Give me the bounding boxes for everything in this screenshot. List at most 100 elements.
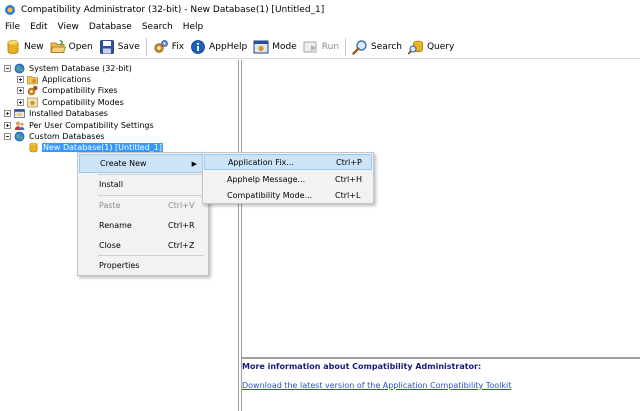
menu-file[interactable]: File bbox=[0, 22, 25, 32]
applications-folder-icon bbox=[27, 74, 38, 85]
save-button[interactable]: Save bbox=[96, 37, 143, 57]
menu-item-properties[interactable]: Properties bbox=[79, 256, 207, 275]
details-pane: More information about Compatibility Adm… bbox=[242, 60, 640, 411]
installed-database-icon bbox=[14, 108, 25, 119]
menu-item-create-new[interactable]: Create New ▶ bbox=[79, 154, 207, 173]
run-button[interactable]: Run bbox=[300, 37, 342, 57]
menu-item-install[interactable]: Install bbox=[79, 175, 207, 194]
tree-label: Compatibility Fixes bbox=[42, 86, 118, 95]
tree-item-system-database[interactable]: System Database (32-bit) bbox=[4, 63, 133, 74]
menu-shortcut: Ctrl+L bbox=[335, 190, 361, 200]
tree-label: Installed Databases bbox=[29, 109, 108, 118]
database-icon bbox=[28, 142, 39, 153]
mode-window-icon bbox=[27, 97, 38, 108]
menu-item-label: Close bbox=[99, 241, 121, 250]
open-folder-icon bbox=[50, 39, 66, 55]
toolbar: New Open Save Fix AppHelp Mode Run Searc… bbox=[0, 35, 640, 59]
fix-button[interactable]: Fix bbox=[150, 37, 187, 57]
expand-toggle[interactable] bbox=[17, 87, 24, 94]
create-new-submenu: Application Fix... Ctrl+P Apphelp Messag… bbox=[202, 152, 374, 204]
menu-item-label: Compatibility Mode... bbox=[227, 190, 313, 200]
apphelp-label: AppHelp bbox=[209, 41, 248, 52]
open-button[interactable]: Open bbox=[47, 37, 96, 57]
menu-item-label: Apphelp Message... bbox=[227, 174, 306, 184]
tree-label: System Database (32-bit) bbox=[29, 64, 132, 73]
tree-label: Per User Compatibility Settings bbox=[29, 121, 154, 130]
info-title: More information about Compatibility Adm… bbox=[242, 362, 482, 371]
menu-item-label: Paste bbox=[99, 201, 121, 210]
tree-item-compatibility-modes[interactable]: Compatibility Modes bbox=[17, 97, 125, 108]
search-button[interactable]: Search bbox=[349, 37, 405, 57]
mode-window-icon bbox=[253, 39, 269, 55]
toolbar-separator bbox=[145, 37, 147, 56]
query-label: Query bbox=[426, 41, 455, 52]
menu-edit[interactable]: Edit bbox=[25, 22, 52, 32]
tree-item-compatibility-fixes[interactable]: Compatibility Fixes bbox=[17, 85, 119, 96]
run-icon bbox=[303, 39, 319, 55]
fix-label: Fix bbox=[171, 41, 185, 52]
save-label: Save bbox=[117, 41, 140, 52]
menu-item-close[interactable]: Close Ctrl+Z bbox=[79, 236, 207, 255]
expand-toggle[interactable] bbox=[17, 76, 24, 83]
save-icon bbox=[99, 39, 115, 55]
gears-icon bbox=[153, 39, 169, 55]
mode-button[interactable]: Mode bbox=[250, 37, 300, 57]
toolbar-separator bbox=[345, 37, 347, 56]
globe-database-icon bbox=[14, 131, 25, 142]
download-act-link[interactable]: Download the latest version of the Appli… bbox=[242, 381, 511, 390]
tree-label: Custom Databases bbox=[29, 132, 105, 141]
menu-bar: File Edit View Database Search Help bbox=[0, 19, 640, 35]
collapse-toggle[interactable] bbox=[4, 65, 11, 72]
collapse-toggle[interactable] bbox=[4, 133, 11, 140]
info-icon bbox=[190, 39, 206, 55]
apphelp-button[interactable]: AppHelp bbox=[187, 37, 250, 57]
context-menu: Create New ▶ Install Paste Ctrl+V Rename… bbox=[77, 152, 209, 276]
tree-item-applications[interactable]: Applications bbox=[17, 74, 92, 85]
menu-item-label: Create New bbox=[100, 159, 147, 168]
menu-shortcut: Ctrl+R bbox=[168, 221, 195, 230]
tree-label: Applications bbox=[42, 75, 91, 84]
tree-item-custom-databases[interactable]: Custom Databases bbox=[4, 131, 106, 142]
menu-item-rename[interactable]: Rename Ctrl+R bbox=[79, 216, 207, 235]
globe-database-icon bbox=[14, 63, 25, 74]
title-bar: Compatibility Administrator (32-bit) - N… bbox=[0, 0, 640, 19]
menu-item-label: Install bbox=[99, 180, 124, 189]
menu-shortcut: Ctrl+H bbox=[335, 174, 362, 184]
menu-shortcut: Ctrl+P bbox=[336, 157, 362, 167]
menu-item-label: Properties bbox=[99, 261, 140, 270]
expand-toggle[interactable] bbox=[4, 110, 11, 117]
tree-item-per-user-settings[interactable]: Per User Compatibility Settings bbox=[4, 120, 155, 131]
info-divider[interactable] bbox=[242, 357, 640, 359]
submenu-item-compatibility-mode[interactable]: Compatibility Mode... Ctrl+L bbox=[204, 187, 372, 203]
gears-icon bbox=[27, 85, 38, 96]
run-label: Run bbox=[321, 41, 340, 52]
tree-label: New Database(1) [Untitled_1] bbox=[40, 142, 165, 153]
menu-view[interactable]: View bbox=[53, 22, 84, 32]
menu-item-label: Application Fix... bbox=[228, 157, 294, 167]
menu-item-label: Rename bbox=[99, 221, 132, 230]
expand-toggle[interactable] bbox=[17, 99, 24, 106]
mode-label: Mode bbox=[272, 41, 297, 52]
new-button[interactable]: New bbox=[2, 37, 47, 57]
menu-shortcut: Ctrl+V bbox=[168, 201, 195, 210]
menu-help[interactable]: Help bbox=[178, 22, 209, 32]
submenu-arrow-icon: ▶ bbox=[191, 159, 197, 168]
search-label: Search bbox=[371, 41, 402, 52]
new-label: New bbox=[24, 41, 44, 52]
tree-item-installed-databases[interactable]: Installed Databases bbox=[4, 108, 109, 119]
menu-database[interactable]: Database bbox=[84, 22, 137, 32]
app-icon bbox=[4, 4, 16, 16]
menu-item-paste[interactable]: Paste Ctrl+V bbox=[79, 196, 207, 215]
query-button[interactable]: Query bbox=[405, 37, 457, 57]
menu-search[interactable]: Search bbox=[137, 22, 178, 32]
tree-label: Compatibility Modes bbox=[42, 98, 124, 107]
submenu-item-application-fix[interactable]: Application Fix... Ctrl+P bbox=[204, 154, 372, 170]
expand-toggle[interactable] bbox=[4, 122, 11, 129]
query-icon bbox=[407, 39, 424, 55]
search-icon bbox=[352, 39, 368, 55]
open-label: Open bbox=[68, 41, 93, 52]
window-title: Compatibility Administrator (32-bit) - N… bbox=[21, 4, 325, 15]
menu-shortcut: Ctrl+Z bbox=[168, 241, 195, 250]
submenu-item-apphelp-message[interactable]: Apphelp Message... Ctrl+H bbox=[204, 171, 372, 187]
users-icon bbox=[14, 120, 25, 131]
